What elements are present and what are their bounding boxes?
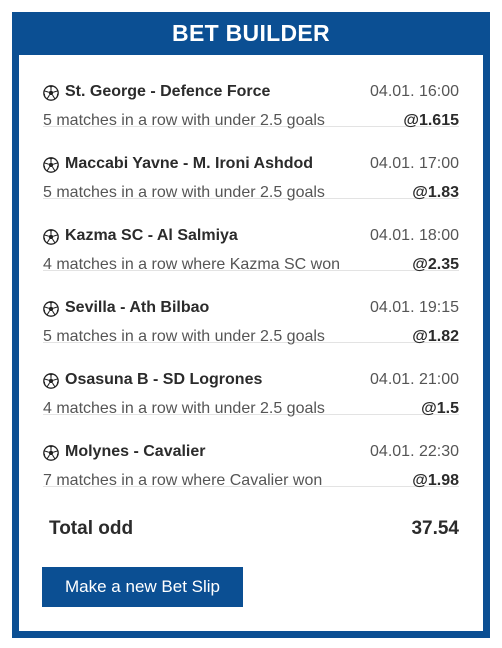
bet-odd: @1.98: [412, 472, 459, 489]
bet-builder-panel: St. George - Defence Force 04.01. 16:00 5 …: [19, 55, 483, 631]
soccer-ball-icon: [43, 301, 59, 317]
bet-match-name: Kazma SC - Al Salmiya: [65, 227, 238, 244]
bet-description: 7 matches in a row where Cavalier won: [43, 472, 323, 489]
bet-datetime: 04.01. 19:15: [370, 299, 459, 316]
bet-datetime: 04.01. 18:00: [370, 227, 459, 244]
bet-datetime: 04.01. 16:00: [370, 83, 459, 100]
bet-row: Sevilla - Ath Bilbao 04.01. 19:15 5 matche…: [43, 271, 459, 345]
bet-match-name: Molynes - Cavalier: [65, 443, 206, 460]
bet-builder-widget: BET BUILDER St. George - Defence Force 04…: [12, 12, 490, 638]
bet-row: St. George - Defence Force 04.01. 16:00 5 …: [43, 55, 459, 129]
bet-datetime: 04.01. 21:00: [370, 371, 459, 388]
bet-match-name: Sevilla - Ath Bilbao: [65, 299, 210, 316]
widget-title: BET BUILDER: [172, 20, 330, 46]
bet-row: Kazma SC - Al Salmiya 04.01. 18:00 4 match…: [43, 199, 459, 273]
bet-row: Maccabi Yavne - M. Ironi Ashdod 04.01. 17…: [43, 127, 459, 201]
total-odd-label: Total odd: [49, 518, 134, 539]
soccer-ball-icon: [43, 229, 59, 245]
bet-row: Molynes - Cavalier 04.01. 22:30 7 matches …: [43, 415, 459, 489]
bet-row: Osasuna B - SD Logrones 04.01. 21:00 4 mat…: [43, 343, 459, 417]
total-odd-row: Total odd 37.54: [49, 518, 459, 548]
new-bet-slip-button[interactable]: Make a new Bet Slip: [42, 567, 243, 607]
soccer-ball-icon: [43, 157, 59, 173]
bet-list: St. George - Defence Force 04.01. 16:00 5 …: [43, 55, 459, 489]
bet-match-name: Maccabi Yavne - M. Ironi Ashdod: [65, 155, 314, 172]
bet-match-name: St. George - Defence Force: [65, 83, 271, 100]
bet-datetime: 04.01. 22:30: [370, 443, 459, 460]
bet-match-name: Osasuna B - SD Logrones: [65, 371, 263, 388]
soccer-ball-icon: [43, 85, 59, 101]
soccer-ball-icon: [43, 373, 59, 389]
total-odd-value: 37.54: [411, 518, 459, 539]
bet-datetime: 04.01. 17:00: [370, 155, 459, 172]
soccer-ball-icon: [43, 445, 59, 461]
